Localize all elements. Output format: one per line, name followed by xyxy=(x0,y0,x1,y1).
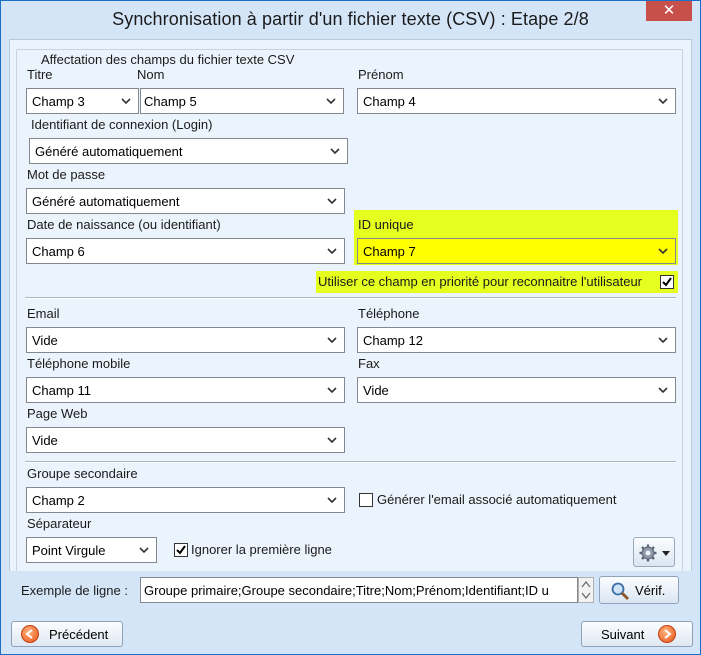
field-mapping-group: Affectation des champs du fichier texte … xyxy=(16,49,683,601)
fax-select[interactable]: Vide xyxy=(357,377,676,403)
chevron-down-icon xyxy=(658,337,668,344)
unique-id-value: Champ 7 xyxy=(363,244,416,259)
web-select[interactable]: Vide xyxy=(26,427,345,453)
secondary-group-select[interactable]: Champ 2 xyxy=(26,487,345,513)
dialog-window: Synchronisation à partir d'un fichier te… xyxy=(0,0,701,655)
prenom-select[interactable]: Champ 4 xyxy=(357,88,676,114)
chevron-down-icon xyxy=(326,98,336,105)
verify-label: Vérif. xyxy=(635,583,666,598)
verify-button[interactable]: Vérif. xyxy=(599,576,679,604)
phone-value: Champ 12 xyxy=(363,333,423,348)
web-label: Page Web xyxy=(27,406,88,421)
titre-value: Champ 3 xyxy=(32,94,85,109)
example-label: Exemple de ligne : xyxy=(21,583,128,598)
separator-select[interactable]: Point Virgule xyxy=(26,537,157,563)
chevron-down-icon xyxy=(327,497,337,504)
chevron-down-icon xyxy=(327,437,337,444)
titre-select[interactable]: Champ 3 xyxy=(26,88,139,114)
login-label: Identifiant de connexion (Login) xyxy=(31,117,213,132)
birthdate-label: Date de naissance (ou identifiant) xyxy=(27,217,221,232)
nom-select[interactable]: Champ 5 xyxy=(140,88,344,114)
password-select[interactable]: Généré automatiquement xyxy=(26,188,345,214)
previous-label: Précédent xyxy=(49,627,109,642)
separator-label: Séparateur xyxy=(27,516,92,531)
ignore-first-line-checkbox[interactable] xyxy=(174,543,188,557)
dropdown-arrow-icon xyxy=(662,551,670,556)
separator-line xyxy=(25,297,676,299)
chevron-down-icon xyxy=(330,148,340,155)
next-button[interactable]: Suivant xyxy=(581,621,693,647)
fax-label: Fax xyxy=(358,356,380,371)
chevron-down-icon xyxy=(327,198,337,205)
chevron-down-icon xyxy=(658,387,668,394)
email-label: Email xyxy=(27,306,60,321)
arrow-right-icon xyxy=(658,625,676,643)
birthdate-select[interactable]: Champ 6 xyxy=(26,238,345,264)
mobile-select[interactable]: Champ 11 xyxy=(26,377,345,403)
phone-label: Téléphone xyxy=(358,306,420,321)
secondary-group-label: Groupe secondaire xyxy=(27,466,138,481)
chevron-down-icon xyxy=(327,387,337,394)
chevron-down-icon xyxy=(658,98,668,105)
check-icon xyxy=(176,545,186,555)
close-button[interactable]: ✕ xyxy=(646,1,692,21)
separator-line xyxy=(25,461,676,463)
example-line-input[interactable]: Groupe primaire;Groupe secondaire;Titre;… xyxy=(140,577,578,603)
email-value: Vide xyxy=(32,333,58,348)
next-label: Suivant xyxy=(601,627,645,642)
magnifier-icon xyxy=(611,582,630,601)
gen-email-checkbox[interactable] xyxy=(359,493,373,507)
ignore-first-line-label: Ignorer la première ligne xyxy=(191,542,332,557)
login-value: Généré automatiquement xyxy=(35,144,183,159)
title-bar: Synchronisation à partir d'un fichier te… xyxy=(1,1,700,39)
priority-label: Utiliser ce champ en priorité pour recon… xyxy=(318,274,643,289)
chevron-down-icon xyxy=(327,248,337,255)
priority-checkbox[interactable] xyxy=(660,275,674,289)
example-bar: Exemple de ligne : Groupe primaire;Group… xyxy=(9,571,692,611)
secondary-group-value: Champ 2 xyxy=(32,493,85,508)
unique-id-select[interactable]: Champ 7 xyxy=(357,238,676,264)
chevron-down-icon xyxy=(658,248,668,255)
titre-label: Titre xyxy=(27,67,53,82)
birthdate-value: Champ 6 xyxy=(32,244,85,259)
example-line-value: Groupe primaire;Groupe secondaire;Titre;… xyxy=(144,583,549,598)
fax-value: Vide xyxy=(363,383,389,398)
phone-select[interactable]: Champ 12 xyxy=(357,327,676,353)
unique-id-label: ID unique xyxy=(358,217,414,232)
spinner-arrows-icon xyxy=(581,581,591,599)
prenom-label: Prénom xyxy=(358,67,404,82)
chevron-down-icon xyxy=(139,547,149,554)
arrow-left-icon xyxy=(21,625,39,643)
nom-label: Nom xyxy=(137,67,165,82)
login-select[interactable]: Généré automatiquement xyxy=(29,138,348,164)
example-spinner[interactable] xyxy=(578,577,594,603)
gear-icon xyxy=(639,544,657,562)
mobile-label: Téléphone mobile xyxy=(27,356,131,371)
password-value: Généré automatiquement xyxy=(32,194,180,209)
password-label: Mot de passe xyxy=(27,167,106,182)
group-legend: Affectation des champs du fichier texte … xyxy=(37,52,299,67)
web-value: Vide xyxy=(32,433,58,448)
window-title: Synchronisation à partir d'un fichier te… xyxy=(112,9,589,29)
prenom-value: Champ 4 xyxy=(363,94,416,109)
gen-email-label: Générer l'email associé automatiquement xyxy=(377,492,617,507)
nom-value: Champ 5 xyxy=(144,94,197,109)
email-select[interactable]: Vide xyxy=(26,327,345,353)
chevron-down-icon xyxy=(327,337,337,344)
chevron-down-icon xyxy=(121,98,131,105)
mobile-value: Champ 11 xyxy=(32,383,92,398)
dialog-content: Affectation des champs du fichier texte … xyxy=(9,39,692,611)
settings-menu-button[interactable] xyxy=(633,537,675,567)
previous-button[interactable]: Précédent xyxy=(11,621,123,647)
check-icon xyxy=(662,277,672,287)
separator-value: Point Virgule xyxy=(32,543,106,558)
